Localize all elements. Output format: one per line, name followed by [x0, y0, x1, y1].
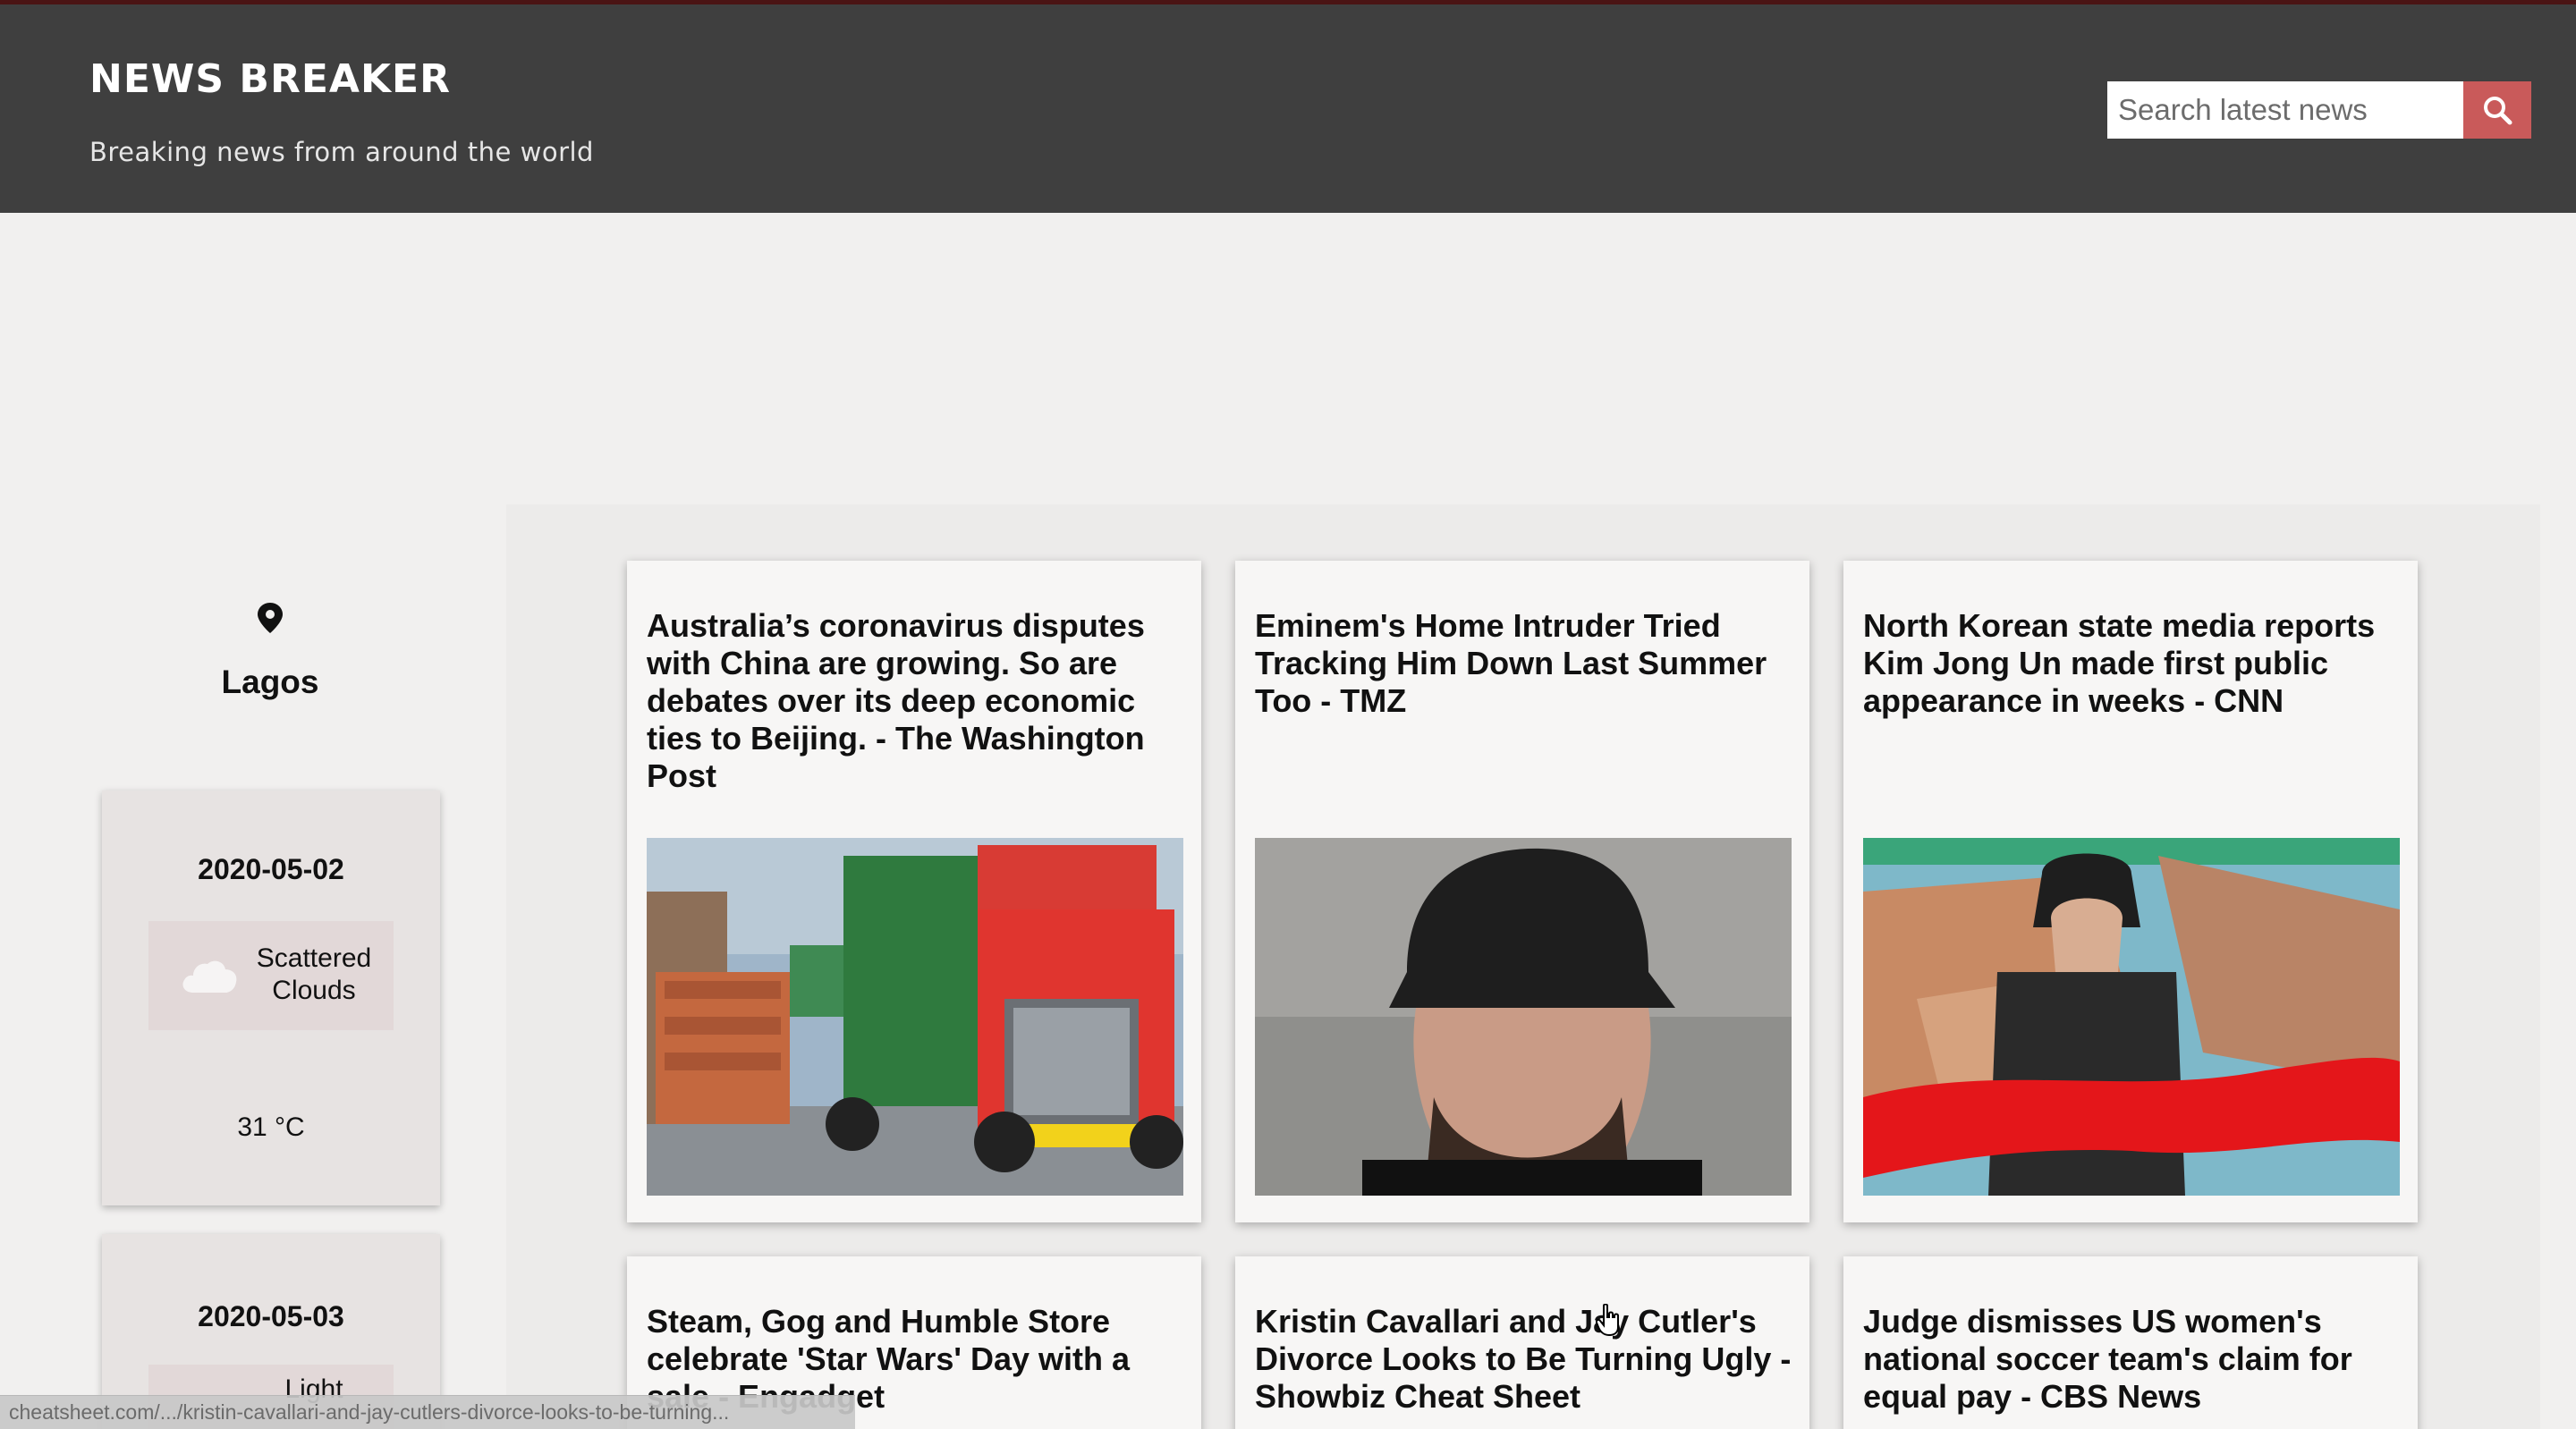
news-image-shipping-truck[interactable]: [647, 838, 1183, 1196]
weather-temperature: 31 °C: [237, 1112, 305, 1142]
news-card[interactable]: Judge dismisses US women's national socc…: [1843, 1256, 2418, 1429]
weather-date: 2020-05-02: [198, 853, 344, 885]
search-input[interactable]: [2107, 81, 2463, 139]
news-title[interactable]: Kristin Cavallari and Jay Cutler's Divor…: [1255, 1303, 1792, 1416]
browser-status-bar: cheatsheet.com/.../kristin-cavallari-and…: [0, 1395, 855, 1429]
news-title[interactable]: Judge dismisses US women's national socc…: [1863, 1303, 2400, 1416]
news-image-ribbon-cutting[interactable]: [1863, 838, 2400, 1196]
weather-condition-box: Scattered Clouds: [148, 921, 394, 1030]
weather-date: 2020-05-03: [198, 1300, 344, 1332]
cloud-icon: [182, 960, 237, 993]
news-title[interactable]: Australia’s coronavirus disputes with Ch…: [647, 607, 1183, 795]
weather-condition: Scattered Clouds: [256, 943, 372, 1005]
hand-cursor-icon: [1596, 1304, 1619, 1336]
search-button[interactable]: [2463, 81, 2531, 139]
location-pin-icon: [258, 603, 283, 633]
site-header: NEWS BREAKER Breaking news from around t…: [0, 4, 2576, 213]
news-card[interactable]: Australia’s coronavirus disputes with Ch…: [627, 561, 1201, 1222]
search-icon: [2484, 97, 2512, 125]
news-card[interactable]: Kristin Cavallari and Jay Cutler's Divor…: [1235, 1256, 1809, 1429]
weather-day-card: 2020-05-02 Scattered Clouds 31 °C: [102, 791, 440, 1205]
site-tagline: Breaking news from around the world: [89, 137, 594, 167]
news-title[interactable]: North Korean state media reports Kim Jon…: [1863, 607, 2400, 720]
site-title[interactable]: NEWS BREAKER: [89, 56, 451, 102]
weather-location: Lagos: [221, 664, 319, 700]
news-card[interactable]: North Korean state media reports Kim Jon…: [1843, 561, 2418, 1222]
news-image-man-in-cap[interactable]: [1255, 838, 1792, 1196]
news-card[interactable]: Eminem's Home Intruder Tried Tracking Hi…: [1235, 561, 1809, 1222]
news-title[interactable]: Eminem's Home Intruder Tried Tracking Hi…: [1255, 607, 1792, 720]
